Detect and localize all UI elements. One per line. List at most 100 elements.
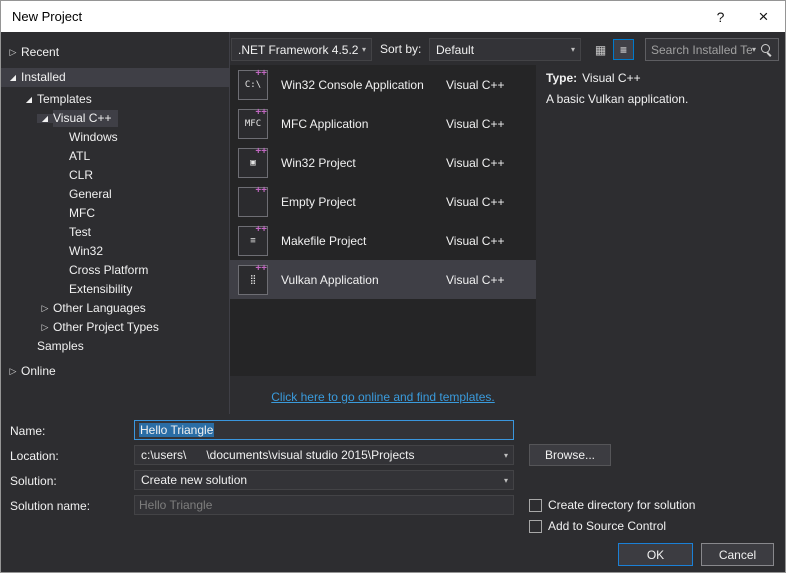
titlebar: New Project ? × (1, 1, 785, 32)
search-box[interactable]: ▾ (645, 38, 779, 61)
tree-item-installed[interactable]: ◢Installed (1, 68, 229, 87)
cpp-plus-badge: ++ (255, 225, 267, 235)
template-item-makefile-project[interactable]: ≡++Makefile ProjectVisual C++ (230, 221, 536, 260)
close-button[interactable]: × (742, 1, 785, 32)
template-name: Win32 Console Application (281, 78, 446, 92)
dialog-title: New Project (1, 9, 82, 24)
tree-item-label: Other Project Types (53, 319, 166, 336)
location-dropdown[interactable]: c:\users\ \documents\visual studio 2015\… (134, 445, 514, 465)
template-item-vulkan-application[interactable]: ⣿++Vulkan ApplicationVisual C++ (230, 260, 536, 299)
win32-project-icon: ▣++ (238, 148, 268, 178)
tree-item-test[interactable]: Test (1, 223, 229, 242)
makefile-project-icon: ≡++ (238, 226, 268, 256)
search-input[interactable] (651, 43, 752, 57)
search-icon[interactable] (760, 43, 773, 56)
tree-item-visual-c[interactable]: ◢Visual C++ (1, 109, 229, 128)
chevron-down-icon: ▾ (571, 45, 575, 54)
tree-item-label: Other Languages (53, 300, 153, 317)
template-item-empty-project[interactable]: ++Empty ProjectVisual C++ (230, 182, 536, 221)
solution-dropdown[interactable]: Create new solution ▾ (134, 470, 514, 490)
tree-item-online[interactable]: ▷Online (1, 362, 229, 381)
create-directory-checkbox[interactable] (529, 499, 542, 512)
tree-item-templates[interactable]: ◢Templates (1, 90, 229, 109)
medium-icons-view-button[interactable]: ▦ (590, 39, 611, 60)
expanded-arrow-icon[interactable]: ◢ (37, 114, 53, 123)
tree-item-label: Samples (37, 338, 91, 355)
tree-item-label: Installed (21, 69, 73, 86)
solution-value: Create new solution (141, 473, 500, 487)
template-tree: ▷Recent◢Installed◢Templates◢Visual C++Wi… (1, 32, 229, 414)
help-icon: ? (717, 9, 725, 25)
tree-item-extensibility[interactable]: Extensibility (1, 280, 229, 299)
tree-item-recent[interactable]: ▷Recent (1, 43, 229, 62)
grid-view-icon: ▦ (595, 43, 606, 57)
tree-item-label: Windows (69, 129, 125, 146)
tree-item-windows[interactable]: Windows (1, 128, 229, 147)
tree-item-general[interactable]: General (1, 185, 229, 204)
chevron-down-icon[interactable]: ▾ (752, 45, 756, 54)
tree-item-cross-platform[interactable]: Cross Platform (1, 261, 229, 280)
tree-item-samples[interactable]: Samples (1, 337, 229, 356)
tree-item-label: Test (69, 224, 98, 241)
titlebar-buttons: ? × (699, 1, 785, 32)
solution-name-label: Solution name: (10, 496, 90, 516)
template-name: Vulkan Application (281, 273, 446, 287)
template-item-win32-project[interactable]: ▣++Win32 ProjectVisual C++ (230, 143, 536, 182)
collapsed-arrow-icon[interactable]: ▷ (5, 47, 21, 58)
name-input-value: Hello Triangle (139, 423, 214, 437)
template-name: Empty Project (281, 195, 446, 209)
create-directory-label: Create directory for solution (548, 498, 695, 512)
name-label: Name: (10, 421, 45, 441)
framework-dropdown[interactable]: .NET Framework 4.5.2 ▾ (231, 38, 372, 61)
tree-item-clr[interactable]: CLR (1, 166, 229, 185)
win32-console-application-icon: C:\++ (238, 70, 268, 100)
location-label: Location: (10, 446, 59, 466)
template-language: Visual C++ (446, 117, 536, 131)
new-project-dialog: New Project ? × ▷Recent◢Installed◢Templa… (0, 0, 786, 573)
solution-name-input[interactable]: Hello Triangle (134, 495, 514, 515)
icon-glyph: ⣿ (250, 275, 257, 285)
template-item-win32-console-application[interactable]: C:\++Win32 Console ApplicationVisual C++ (230, 65, 536, 104)
template-item-mfc-application[interactable]: MFC++MFC ApplicationVisual C++ (230, 104, 536, 143)
help-button[interactable]: ? (699, 1, 742, 32)
tree-item-label: Win32 (69, 243, 110, 260)
tree-item-win32[interactable]: Win32 (1, 242, 229, 261)
list-view-icon: ≡ (620, 43, 627, 57)
tree-item-label: General (69, 186, 119, 203)
ok-button[interactable]: OK (618, 543, 693, 566)
icon-glyph: MFC (245, 119, 261, 129)
location-value: c:\users\ \documents\visual studio 2015\… (141, 448, 500, 462)
browse-button[interactable]: Browse... (529, 444, 611, 466)
name-input[interactable]: Hello Triangle (134, 420, 514, 440)
template-info-panel: Type: Visual C++ A basic Vulkan applicat… (546, 71, 778, 106)
chevron-down-icon: ▾ (504, 476, 508, 485)
cpp-plus-badge: ++ (255, 264, 267, 274)
tree-item-label: Visual C++ (53, 110, 118, 127)
sort-dropdown[interactable]: Default ▾ (429, 38, 581, 61)
collapsed-arrow-icon[interactable]: ▷ (5, 366, 21, 377)
tree-item-label: Cross Platform (69, 262, 155, 279)
create-directory-checkbox-row: Create directory for solution (529, 497, 695, 513)
tree-item-atl[interactable]: ATL (1, 147, 229, 166)
list-view-button[interactable]: ≡ (613, 39, 634, 60)
tree-item-other-languages[interactable]: ▷Other Languages (1, 299, 229, 318)
chevron-down-icon: ▾ (362, 45, 366, 54)
cpp-plus-badge: ++ (255, 186, 267, 196)
collapsed-arrow-icon[interactable]: ▷ (37, 303, 53, 314)
tree-item-mfc[interactable]: MFC (1, 204, 229, 223)
source-control-checkbox-row: Add to Source Control (529, 518, 666, 534)
source-control-checkbox[interactable] (529, 520, 542, 533)
template-language: Visual C++ (446, 156, 536, 170)
empty-project-icon: ++ (238, 187, 268, 217)
vulkan-application-icon: ⣿++ (238, 265, 268, 295)
template-list: C:\++ Win32 Console Application Visual C++… (230, 65, 536, 376)
online-templates-link[interactable]: Click here to go online and find templat… (271, 390, 494, 404)
expanded-arrow-icon[interactable]: ◢ (21, 95, 37, 104)
close-icon: × (759, 7, 769, 27)
mfc-application-icon: MFC++ (238, 109, 268, 139)
tree-item-other-project-types[interactable]: ▷Other Project Types (1, 318, 229, 337)
expanded-arrow-icon[interactable]: ◢ (5, 73, 21, 82)
chevron-down-icon: ▾ (504, 451, 508, 460)
collapsed-arrow-icon[interactable]: ▷ (37, 322, 53, 333)
cancel-button[interactable]: Cancel (701, 543, 774, 566)
